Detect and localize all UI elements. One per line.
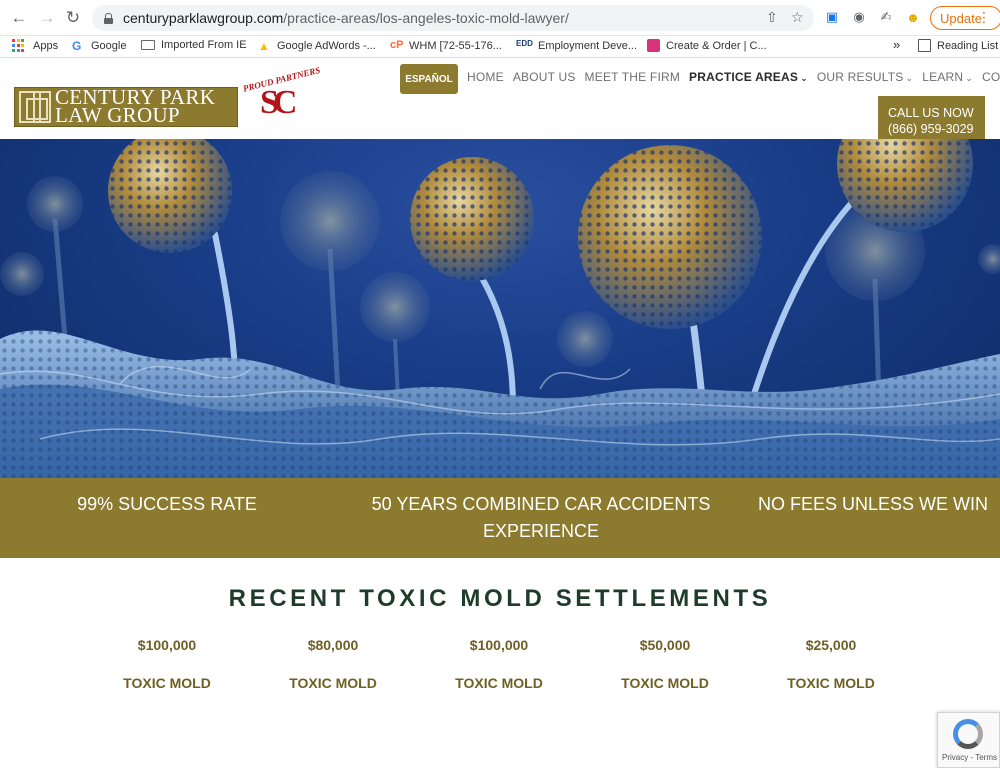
settlements-title: RECENT TOXIC MOLD SETTLEMENTS — [228, 585, 772, 612]
bookmark-apps[interactable]: Apps — [12, 39, 58, 52]
url-text[interactable]: centuryparklawgroup.com/practice-areas/l… — [123, 10, 569, 26]
recaptcha-privacy-terms[interactable]: Privacy - Terms — [938, 753, 1000, 762]
folder-icon — [141, 40, 155, 50]
lock-icon — [104, 12, 113, 24]
nav-our-results[interactable]: OUR RESULTS ⌄ — [817, 70, 913, 84]
mold-spores-illustration — [0, 139, 1000, 478]
reading-list[interactable]: Reading List — [918, 39, 998, 52]
reading-list-icon — [918, 39, 931, 52]
address-bar[interactable]: centuryparklawgroup.com/practice-areas/l… — [92, 5, 814, 31]
browser-toolbar: ← → ↻ centuryparklawgroup.com/practice-a… — [0, 0, 1000, 36]
stat-experience: 50 YEARS COMBINED CAR ACCIDENTS EXPERIEN… — [371, 494, 711, 541]
recaptcha-icon — [953, 719, 983, 749]
stats-band: 99% SUCCESS RATE 50 YEARS COMBINED CAR A… — [0, 478, 1000, 558]
call-number: (866) 959-3029 — [888, 122, 974, 136]
usc-partners-logo[interactable]: PROUD PARTNERS SC — [242, 65, 321, 128]
logo-emblem-icon — [19, 91, 51, 123]
sc-monogram-icon: SC — [260, 84, 298, 121]
apps-grid-icon — [12, 39, 25, 52]
main-nav: HOME ABOUT US MEET THE FIRM PRACTICE ARE… — [467, 70, 1000, 84]
adwords-icon: ▲ — [258, 39, 270, 53]
whm-icon: cP — [390, 39, 404, 51]
bookmark-google[interactable]: G Google — [72, 39, 126, 53]
nav-contact[interactable]: CONTACT — [982, 70, 1000, 84]
nav-about-us[interactable]: ABOUT US — [513, 70, 576, 84]
profile-icon[interactable]: ☻ — [904, 8, 922, 26]
extension-icon[interactable]: ▣ — [823, 8, 841, 26]
bookmark-employment[interactable]: EDD Employment Deve... — [516, 39, 637, 52]
settlement-amount: $100,000 — [469, 637, 529, 653]
nav-meet-the-firm[interactable]: MEET THE FIRM — [585, 70, 681, 84]
hero-mold-image — [0, 139, 1000, 478]
chevron-down-icon: ⌄ — [965, 73, 974, 83]
chevron-down-icon: ⌄ — [800, 73, 808, 83]
stat-success-rate: 99% SUCCESS RATE — [77, 494, 257, 514]
recaptcha-badge[interactable]: Privacy - Terms — [937, 712, 1000, 768]
nav-home[interactable]: HOME — [467, 70, 504, 84]
bookmark-whm[interactable]: cP WHM [72-55-176... — [390, 39, 502, 52]
reload-icon[interactable]: ↻ — [62, 7, 84, 29]
settlement-amount: $50,000 — [639, 637, 691, 653]
google-icon: G — [72, 39, 82, 53]
logo-text: CENTURY PARK LAW GROUP — [55, 85, 216, 127]
site-header: CENTURY PARK LAW GROUP PROUD PARTNERS SC… — [0, 59, 1000, 146]
settlement-label: TOXIC MOLD — [455, 675, 543, 691]
more-bookmarks[interactable]: » — [893, 37, 900, 52]
puzzle-icon[interactable]: ✍ — [877, 8, 895, 26]
site-logo[interactable]: CENTURY PARK LAW GROUP — [14, 87, 238, 127]
create-order-icon — [647, 39, 660, 52]
stat-no-fees: NO FEES UNLESS WE WIN — [757, 494, 989, 514]
edd-icon: EDD — [516, 39, 533, 48]
settlement-label: TOXIC MOLD — [787, 675, 875, 691]
chevron-down-icon: ⌄ — [905, 73, 914, 83]
menu-dots-icon[interactable]: ⋮ — [977, 9, 991, 26]
settlement-amount: $80,000 — [307, 637, 359, 653]
camera-icon[interactable]: ◉ — [850, 8, 868, 26]
call-label: CALL US NOW — [888, 106, 974, 120]
bookmark-imported-from-ie[interactable]: Imported From IE — [141, 39, 247, 51]
settlement-amount: $25,000 — [805, 637, 857, 653]
espanol-button[interactable]: ESPAÑOL — [400, 64, 458, 94]
bookmarks-bar: Apps G Google Imported From IE ▲ Google … — [0, 36, 1000, 58]
bookmark-create-order[interactable]: Create & Order | C... — [647, 39, 767, 52]
nav-practice-areas[interactable]: PRACTICE AREAS ⌄ — [689, 70, 808, 84]
settlement-label: TOXIC MOLD — [123, 675, 211, 691]
star-icon[interactable]: ☆ — [791, 9, 804, 26]
bookmark-adwords[interactable]: ▲ Google AdWords -... — [258, 39, 376, 53]
update-button[interactable]: Update ⋮ — [930, 6, 1000, 30]
back-arrow-icon[interactable]: ← — [8, 7, 30, 29]
settlement-label: TOXIC MOLD — [621, 675, 709, 691]
settlement-amount: $100,000 — [137, 637, 197, 653]
settlement-label: TOXIC MOLD — [289, 675, 377, 691]
share-icon[interactable]: ⇧ — [766, 9, 778, 26]
nav-learn[interactable]: LEARN ⌄ — [922, 70, 973, 84]
forward-arrow-icon[interactable]: → — [36, 7, 58, 29]
